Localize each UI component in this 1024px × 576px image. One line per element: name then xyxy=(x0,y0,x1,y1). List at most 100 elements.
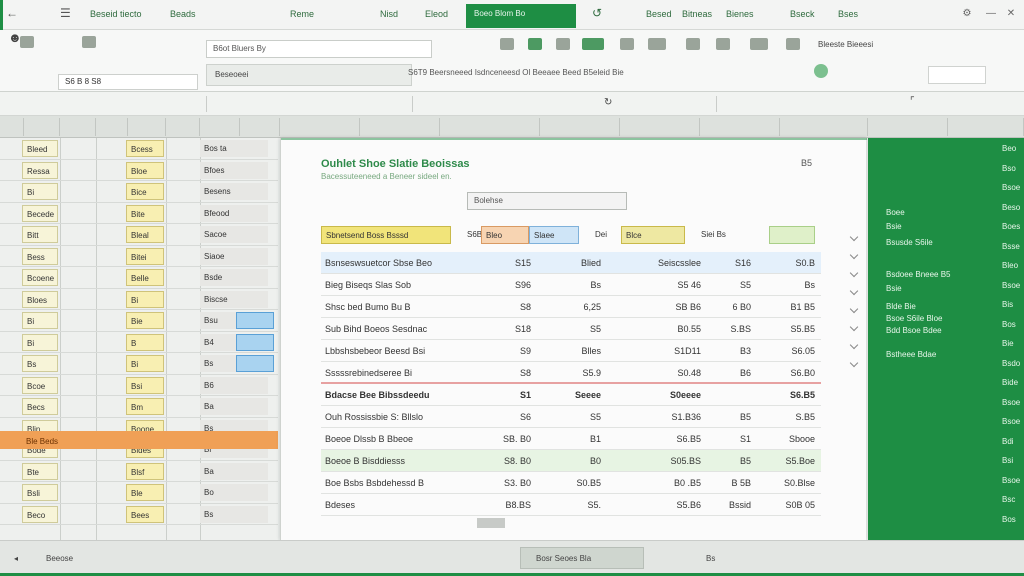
cell[interactable]: Bi xyxy=(22,183,58,200)
pane-item[interactable]: Blde Bie xyxy=(886,302,916,311)
resize-handle[interactable] xyxy=(477,518,505,528)
pane-link[interactable]: Bos xyxy=(1002,320,1016,329)
minimize-icon[interactable]: — xyxy=(984,8,998,20)
grid-row[interactable]: Ressa Bloe Bfoes xyxy=(0,160,278,181)
cell[interactable]: Ble Beds xyxy=(22,433,82,450)
cell[interactable]: Bs xyxy=(22,355,58,372)
cell[interactable]: Ressa xyxy=(22,161,58,179)
cell[interactable]: Beco xyxy=(22,505,58,523)
column-header[interactable] xyxy=(240,118,280,136)
column-header[interactable] xyxy=(700,118,780,136)
column-header[interactable] xyxy=(868,118,948,136)
pane-item[interactable]: Bsie xyxy=(886,222,902,231)
dialog-scrollbar[interactable] xyxy=(849,222,859,492)
column-header[interactable] xyxy=(948,118,1024,136)
tab-layout[interactable]: Eleod xyxy=(425,9,448,19)
table-row[interactable]: Sub Bihd Boeos Sesdnac S18 S5 B0.55 S.BS S5.B… xyxy=(321,318,821,340)
cell[interactable]: Siaoe xyxy=(200,247,268,265)
cell[interactable]: Ba xyxy=(200,398,268,415)
pane-link[interactable]: Bsoe xyxy=(1002,417,1020,426)
corner-cell[interactable] xyxy=(0,118,24,136)
cell[interactable]: Bleed xyxy=(22,140,58,157)
pane-item[interactable]: Bsie xyxy=(886,284,902,293)
cell[interactable]: Bfoes xyxy=(200,161,268,179)
cell[interactable]: Bi xyxy=(22,333,58,351)
cell[interactable]: Becs xyxy=(22,398,58,415)
tab-active[interactable]: Boeo Blom Bo xyxy=(466,4,576,28)
share-icon[interactable]: ↺ xyxy=(592,6,602,20)
cell[interactable]: Bcoene xyxy=(22,269,58,286)
cell[interactable]: Bie xyxy=(126,312,164,329)
cell[interactable]: Blsf xyxy=(126,462,164,480)
column-header[interactable] xyxy=(360,118,440,136)
cell[interactable]: Bsi xyxy=(126,376,164,394)
table-row[interactable]: Shsc bed Bumo Bu B S8 6,25 SB B6 6 B0 B1 B5 xyxy=(321,296,821,318)
pane-link[interactable]: Bide xyxy=(1002,378,1018,387)
expand-icon[interactable]: ⌜ xyxy=(910,96,915,107)
table-row[interactable]: Bieg Biseqs Slas Sob S96 Bs S5 46 S5 Bs xyxy=(321,274,821,296)
pane-link[interactable]: Bsdo xyxy=(1002,359,1020,368)
pane-link[interactable]: Bsse xyxy=(1002,242,1020,251)
cell[interactable]: Bi xyxy=(126,290,164,308)
pane-link[interactable]: Bie xyxy=(1002,339,1014,348)
cell[interactable]: Bi xyxy=(126,355,164,372)
table-row[interactable]: Bdacse Bee Bibssdeedu S1 Seeee S0eeee S6.B5 xyxy=(321,384,821,406)
pane-link[interactable]: Beso xyxy=(1002,203,1020,212)
table-row[interactable]: Boe Bsbs Bsbdehessd B S3. B0 S0.B5 B0 .B5 B … xyxy=(321,472,821,494)
grid-row[interactable]: Bloes Bi Biscse xyxy=(0,289,278,310)
help-button[interactable]: B5 xyxy=(801,158,812,168)
grid-row[interactable]: Bitt Bleal Sacoe xyxy=(0,224,278,246)
cell[interactable]: Ble xyxy=(126,484,164,501)
pane-link[interactable]: Bsoe xyxy=(1002,476,1020,485)
grid-row[interactable]: Bte Blsf Ba xyxy=(0,461,278,482)
name-box[interactable]: S6 B 8 S8 xyxy=(58,74,198,90)
grid-row[interactable]: Bi B B4 xyxy=(0,332,278,353)
column-header[interactable]: Slaee xyxy=(529,226,579,244)
grid-row[interactable]: Bi Bie Bsu xyxy=(0,310,278,332)
grid-row[interactable]: Becs Bm Ba xyxy=(0,396,278,418)
cell[interactable]: Bcoe xyxy=(22,376,58,394)
clipboard-icon[interactable] xyxy=(82,36,96,48)
pane-item[interactable]: Bsdoee Bneee B5 xyxy=(886,270,951,279)
settings-icon[interactable]: ⚙ xyxy=(960,8,974,20)
pane-link[interactable]: Bso xyxy=(1002,164,1016,173)
pane-item[interactable]: Bstheee Bdae xyxy=(886,350,936,359)
pane-item[interactable]: Bsusde S6ile xyxy=(886,238,933,247)
pane-link[interactable]: Beo xyxy=(1002,144,1016,153)
zoom-label[interactable]: Bs xyxy=(700,551,721,567)
cell[interactable]: Bte xyxy=(22,462,58,480)
grid-row[interactable]: Bess Bitei Siaoe xyxy=(0,246,278,267)
cell[interactable]: Bite xyxy=(126,204,164,222)
cell[interactable]: Bos ta xyxy=(200,140,268,157)
column-header[interactable] xyxy=(166,118,200,136)
grid-row[interactable]: Bleed Bcess Bos ta xyxy=(0,138,278,160)
pane-item[interactable]: Boee xyxy=(886,208,905,217)
grid-row[interactable]: Bcoe Bsi B6 xyxy=(0,375,278,396)
search-input[interactable] xyxy=(928,66,986,84)
sort-icon[interactable] xyxy=(750,38,768,50)
cell[interactable]: Bsli xyxy=(22,484,58,501)
cell[interactable]: Bloe xyxy=(126,161,164,179)
cell[interactable]: Belle xyxy=(126,269,164,286)
tab-help[interactable]: Bseck xyxy=(790,9,815,19)
grid-row[interactable]: Becede Bite Bfeood xyxy=(0,203,278,224)
table-row[interactable]: Bdeses B8.BS S5. S5.B6 Bssid S0B 05 xyxy=(321,494,821,516)
cell[interactable]: Bs xyxy=(200,505,268,523)
cell[interactable]: Bloes xyxy=(22,290,58,308)
column-header[interactable]: Bleo xyxy=(481,226,529,244)
highlighted-row[interactable]: Ble Beds xyxy=(0,431,278,449)
pane-link[interactable]: Bsoe xyxy=(1002,183,1020,192)
cell[interactable]: Bo xyxy=(200,484,268,501)
cell[interactable]: Biscse xyxy=(200,290,268,308)
delete-icon[interactable] xyxy=(686,38,700,50)
cell[interactable]: Becede xyxy=(22,204,58,222)
cell[interactable]: Bleal xyxy=(126,226,164,243)
column-header[interactable] xyxy=(24,118,60,136)
table-row[interactable]: Sssssrebinedseree Bi S8 S5.9 S0.48 B6 S6.B0 xyxy=(321,362,821,384)
pane-link[interactable]: Bsoe xyxy=(1002,398,1020,407)
column-header-extra[interactable] xyxy=(769,226,815,244)
tab-tools[interactable]: Bses xyxy=(838,9,858,19)
tab-data[interactable]: Besed xyxy=(646,9,672,19)
column-header[interactable] xyxy=(280,118,360,136)
pane-item[interactable]: Bdd Bsoe Bdee xyxy=(886,326,942,335)
